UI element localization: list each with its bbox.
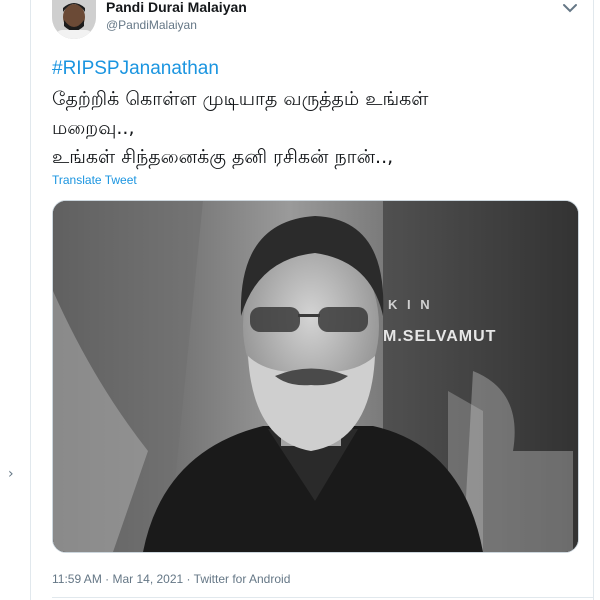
- divider: [52, 597, 593, 598]
- backdrop-text: M.SELVAMUT: [383, 328, 496, 345]
- photo-portrait: K I N M.SELVAMUT: [53, 201, 578, 552]
- hashtag-link[interactable]: #RIPSPJananathan: [52, 58, 219, 80]
- translate-tweet-link[interactable]: Translate Tweet: [52, 173, 137, 187]
- tweet-photo[interactable]: K I N M.SELVAMUT: [52, 200, 579, 553]
- tweet-source[interactable]: Twitter for Android: [194, 572, 291, 586]
- avatar-image: [52, 0, 96, 39]
- right-column-border: [593, 0, 594, 600]
- author-handle[interactable]: @PandiMalaiyan: [106, 18, 197, 32]
- left-column-border: [30, 0, 31, 600]
- tweet-meta: 11:59 AM · Mar 14, 2021 · Twitter for An…: [52, 572, 290, 586]
- author-name[interactable]: Pandi Durai Malaiyan: [106, 0, 247, 15]
- tweet-timestamp[interactable]: 11:59 AM · Mar 14, 2021: [52, 572, 183, 586]
- tweet-text-line: மறைவு..,: [52, 117, 135, 139]
- tweet-text-line: தேற்றிக் கொள்ள முடியாத வருத்தம் உங்கள்: [52, 88, 429, 110]
- tweet-text-line: உங்கள் சிந்தனைக்கு தனி ரசிகன் நான்..,: [52, 146, 394, 168]
- avatar[interactable]: [52, 0, 96, 39]
- chevron-down-icon[interactable]: [558, 0, 582, 18]
- meta-separator: ·: [186, 572, 194, 586]
- side-indicator: ›: [8, 466, 14, 482]
- backdrop-text-top: K I N: [388, 297, 433, 312]
